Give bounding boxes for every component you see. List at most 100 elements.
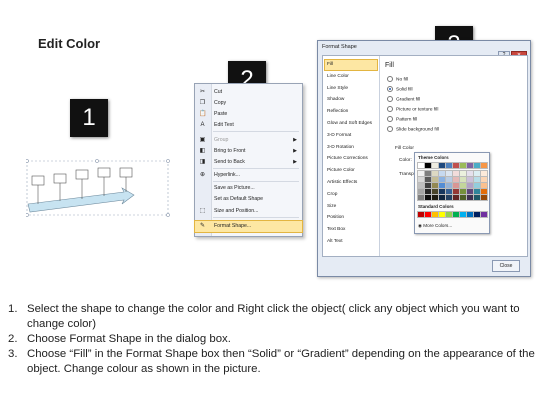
theme-shade-swatch[interactable]: [438, 194, 446, 201]
theme-shade-swatch[interactable]: [480, 194, 488, 201]
close-button[interactable]: Close: [492, 260, 520, 272]
theme-shade-swatch[interactable]: [438, 182, 446, 189]
theme-color-swatch[interactable]: [452, 162, 460, 169]
selected-shape[interactable]: [25, 153, 172, 218]
fill-option[interactable]: Picture or texture fill: [387, 106, 438, 114]
radio-button[interactable]: [387, 116, 393, 122]
theme-shade-swatch[interactable]: [466, 188, 474, 195]
context-menu-item[interactable]: ▣ Group ▶: [195, 135, 302, 146]
theme-shade-swatch[interactable]: [438, 170, 446, 177]
nav-item[interactable]: Shadow: [325, 95, 377, 105]
nav-item[interactable]: Text Box: [325, 225, 377, 235]
context-menu-item[interactable]: A Edit Text: [195, 120, 302, 131]
fill-option[interactable]: Pattern fill: [387, 116, 417, 124]
context-menu-item[interactable]: 📋 Paste: [195, 109, 302, 120]
theme-shade-swatch[interactable]: [473, 194, 481, 201]
nav-item[interactable]: Size: [325, 202, 377, 212]
theme-shade-swatch[interactable]: [445, 170, 453, 177]
radio-button[interactable]: [387, 76, 393, 82]
theme-shade-swatch[interactable]: [431, 182, 439, 189]
standard-color-swatch[interactable]: [438, 211, 446, 218]
context-menu-item[interactable]: ⬚ Size and Position...: [195, 206, 302, 217]
radio-button[interactable]: [387, 126, 393, 132]
theme-color-swatch[interactable]: [417, 162, 425, 169]
theme-shade-swatch[interactable]: [445, 188, 453, 195]
theme-shade-swatch[interactable]: [417, 182, 425, 189]
theme-shade-swatch[interactable]: [466, 176, 474, 183]
theme-shade-swatch[interactable]: [438, 176, 446, 183]
theme-shade-swatch[interactable]: [459, 170, 467, 177]
context-menu-item[interactable]: ◧ Bring to Front ▶: [195, 146, 302, 157]
fill-option[interactable]: No fill: [387, 76, 408, 84]
nav-item[interactable]: Position: [325, 213, 377, 223]
theme-color-swatch[interactable]: [438, 162, 446, 169]
theme-shade-swatch[interactable]: [431, 170, 439, 177]
theme-shade-swatch[interactable]: [466, 182, 474, 189]
radio-button[interactable]: [387, 86, 393, 92]
theme-shade-swatch[interactable]: [459, 176, 467, 183]
theme-color-swatch[interactable]: [431, 162, 439, 169]
nav-item[interactable]: Artistic Effects: [325, 178, 377, 188]
standard-color-swatch[interactable]: [473, 211, 481, 218]
theme-color-swatch[interactable]: [459, 162, 467, 169]
theme-color-swatch[interactable]: [473, 162, 481, 169]
theme-shade-swatch[interactable]: [480, 188, 488, 195]
theme-shade-swatch[interactable]: [473, 188, 481, 195]
theme-color-swatch[interactable]: [480, 162, 488, 169]
theme-shade-swatch[interactable]: [452, 176, 460, 183]
theme-shade-swatch[interactable]: [459, 188, 467, 195]
theme-color-swatch[interactable]: [445, 162, 453, 169]
theme-shade-swatch[interactable]: [459, 182, 467, 189]
context-menu-item[interactable]: Set as Default Shape: [195, 194, 302, 205]
context-menu-item[interactable]: ✎ Format Shape...: [194, 220, 303, 233]
nav-item[interactable]: 3-D Format: [325, 131, 377, 141]
nav-item[interactable]: Line Color: [325, 72, 377, 82]
nav-item[interactable]: Picture Color: [325, 166, 377, 176]
nav-item[interactable]: Alt Text: [325, 237, 377, 247]
standard-color-swatch[interactable]: [452, 211, 460, 218]
standard-color-swatch[interactable]: [480, 211, 488, 218]
standard-color-swatch[interactable]: [424, 211, 432, 218]
theme-shade-swatch[interactable]: [438, 188, 446, 195]
theme-shade-swatch[interactable]: [417, 176, 425, 183]
standard-color-swatch[interactable]: [459, 211, 467, 218]
radio-button[interactable]: [387, 106, 393, 112]
theme-shade-swatch[interactable]: [452, 170, 460, 177]
theme-shade-swatch[interactable]: [473, 170, 481, 177]
standard-color-swatch[interactable]: [466, 211, 474, 218]
theme-shade-swatch[interactable]: [431, 194, 439, 201]
theme-color-swatch[interactable]: [466, 162, 474, 169]
theme-shade-swatch[interactable]: [466, 194, 474, 201]
fill-option[interactable]: Slide background fill: [387, 126, 439, 134]
theme-shade-swatch[interactable]: [424, 194, 432, 201]
theme-shade-swatch[interactable]: [445, 182, 453, 189]
theme-shade-swatch[interactable]: [480, 170, 488, 177]
fill-option[interactable]: Gradient fill: [387, 96, 420, 104]
standard-color-swatch[interactable]: [431, 211, 439, 218]
theme-shade-swatch[interactable]: [473, 182, 481, 189]
context-menu-item[interactable]: ❐ Copy: [195, 98, 302, 109]
theme-shade-swatch[interactable]: [445, 194, 453, 201]
theme-shade-swatch[interactable]: [417, 194, 425, 201]
fill-option[interactable]: Solid fill: [387, 86, 413, 94]
nav-item[interactable]: Line Style: [325, 84, 377, 94]
theme-shade-swatch[interactable]: [466, 170, 474, 177]
nav-item[interactable]: Picture Corrections: [325, 154, 377, 164]
radio-button[interactable]: [387, 96, 393, 102]
theme-shade-swatch[interactable]: [452, 182, 460, 189]
theme-shade-swatch[interactable]: [480, 182, 488, 189]
standard-color-swatch[interactable]: [417, 211, 425, 218]
theme-shade-swatch[interactable]: [431, 176, 439, 183]
theme-shade-swatch[interactable]: [424, 170, 432, 177]
nav-item[interactable]: Crop: [325, 190, 377, 200]
nav-item[interactable]: Fill: [324, 59, 378, 71]
theme-shade-swatch[interactable]: [452, 188, 460, 195]
context-menu-item[interactable]: ⊕ Hyperlink...: [195, 170, 302, 181]
nav-item[interactable]: 3-D Rotation: [325, 143, 377, 153]
theme-shade-swatch[interactable]: [417, 170, 425, 177]
theme-shade-swatch[interactable]: [473, 176, 481, 183]
nav-item[interactable]: Glow and Soft Edges: [325, 119, 377, 129]
theme-shade-swatch[interactable]: [424, 176, 432, 183]
theme-shade-swatch[interactable]: [452, 194, 460, 201]
nav-item[interactable]: Reflection: [325, 107, 377, 117]
